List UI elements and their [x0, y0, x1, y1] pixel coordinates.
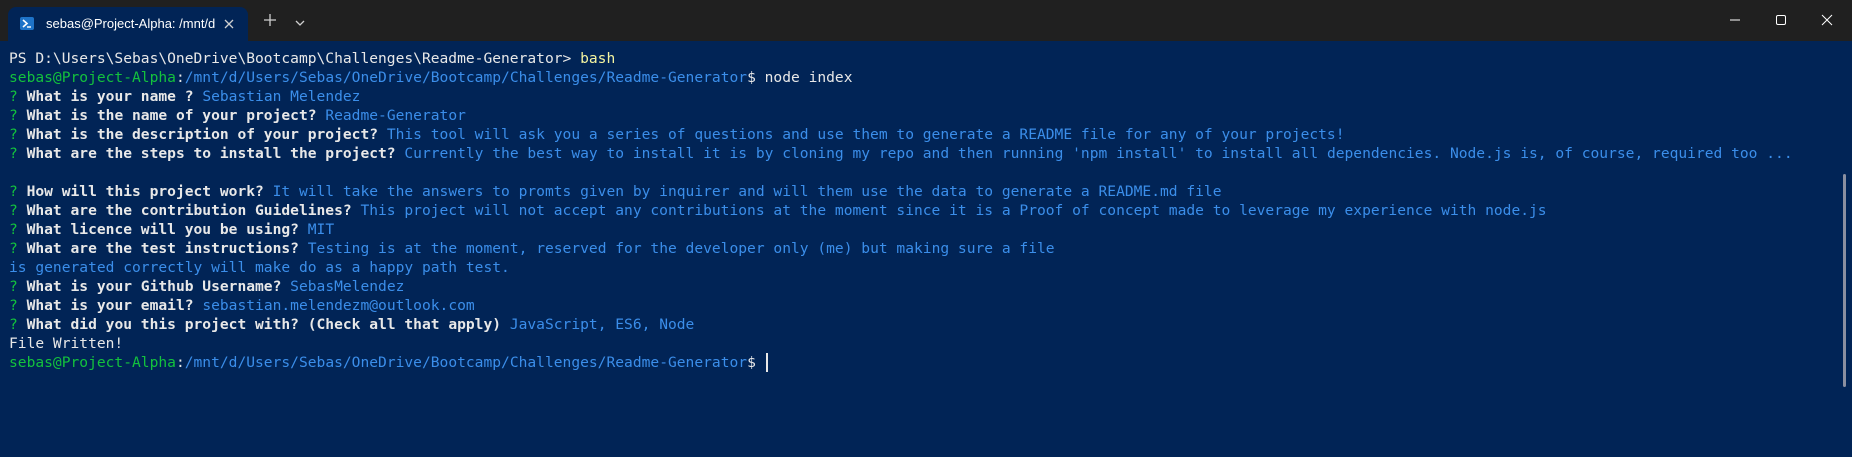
prompt-symbol: $	[747, 354, 765, 371]
qa-line: ? What is the name of your project? Read…	[9, 106, 466, 125]
question-mark: ?	[9, 221, 27, 238]
answer-text: Currently the best way to install it is …	[404, 145, 1793, 162]
window-close-icon[interactable]	[1804, 0, 1850, 41]
answer-text: Sebastian Melendez	[202, 88, 361, 105]
qa-line: ? How will this project work? It will ta…	[9, 182, 1222, 201]
ps-prompt-line: PS D:\Users\Sebas\OneDrive\Bootcamp\Chal…	[9, 49, 615, 68]
question-mark: ?	[9, 126, 27, 143]
question-text: What did you this project with? (Check a…	[26, 316, 510, 333]
answer-text: MIT	[307, 221, 335, 238]
prompt-path: /mnt/d/Users/Sebas/OneDrive/Bootcamp/Cha…	[184, 69, 748, 86]
qa-line: ? What are the test instructions? Testin…	[9, 239, 1055, 258]
tab-title: sebas@Project-Alpha: /mnt/d	[46, 16, 216, 31]
terminal-window: sebas@Project-Alpha: /mnt/d PS D:\Users\…	[0, 0, 1852, 457]
answer-text: Testing is at the moment, reserved for t…	[307, 240, 1055, 257]
ps-prompt: PS D:\Users\Sebas\OneDrive\Bootcamp\Chal…	[9, 50, 581, 67]
qa-line: ? What is your Github Username? SebasMel…	[9, 277, 404, 296]
maximize-icon[interactable]	[1758, 0, 1804, 41]
qa-line: ? What did you this project with? (Check…	[9, 315, 694, 334]
question-text: What are the contribution Guidelines?	[26, 202, 361, 219]
title-bar: sebas@Project-Alpha: /mnt/d	[0, 0, 1852, 41]
prompt-path: /mnt/d/Users/Sebas/OneDrive/Bootcamp/Cha…	[184, 354, 748, 371]
scrollbar[interactable]	[1843, 174, 1846, 387]
qa-line: ? What licence will you be using? MIT	[9, 220, 334, 239]
qa-line: ? What is the description of your projec…	[9, 125, 1345, 144]
question-mark: ?	[9, 278, 27, 295]
bash-prompt-line: sebas@Project-Alpha:/mnt/d/Users/Sebas/O…	[9, 354, 765, 371]
close-icon[interactable]	[220, 15, 238, 33]
question-mark: ?	[9, 316, 27, 333]
ps-command: bash	[580, 50, 616, 67]
prompt-symbol: $	[747, 69, 765, 86]
text-cursor	[765, 353, 768, 372]
answer-text: SebasMelendez	[290, 278, 405, 295]
question-mark: ?	[9, 202, 27, 219]
prompt-user: sebas@Project-Alpha	[9, 354, 176, 371]
powershell-icon	[20, 17, 34, 30]
bash-command-line: sebas@Project-Alpha:/mnt/d/Users/Sebas/O…	[9, 69, 853, 86]
command-text: node index	[764, 69, 853, 86]
question-text: What are the steps to install the projec…	[26, 145, 405, 162]
question-text: What are the test instructions?	[26, 240, 308, 257]
terminal-output[interactable]: PS D:\Users\Sebas\OneDrive\Bootcamp\Chal…	[0, 41, 1852, 457]
qa-line: ? What are the steps to install the proj…	[9, 144, 1793, 163]
question-mark: ?	[9, 297, 27, 314]
question-text: What is your name ?	[26, 88, 203, 105]
answer-text: This tool will ask you a series of quest…	[386, 126, 1345, 143]
question-text: What is the name of your project?	[26, 107, 326, 124]
answer-text: Readme-Generator	[325, 107, 466, 124]
question-text: What is your email?	[26, 297, 203, 314]
answer-text: This project will not accept any contrib…	[360, 202, 1547, 219]
chevron-down-icon[interactable]	[294, 14, 306, 26]
question-mark: ?	[9, 145, 27, 162]
tab-active[interactable]: sebas@Project-Alpha: /mnt/d	[8, 7, 248, 41]
prompt-user: sebas@Project-Alpha	[9, 69, 176, 86]
question-text: What licence will you be using?	[26, 221, 308, 238]
question-mark: ?	[9, 240, 27, 257]
minimize-icon[interactable]	[1712, 0, 1758, 41]
qa-line: ? What are the contribution Guidelines? …	[9, 201, 1547, 220]
answer-text: is generated correctly will make do as a…	[9, 259, 510, 276]
answer-text: JavaScript, ES6, Node	[509, 316, 695, 333]
question-text: How will this project work?	[26, 183, 273, 200]
question-text: What is your Github Username?	[26, 278, 291, 295]
qa-line: ? What is your email? sebastian.melendez…	[9, 296, 475, 315]
question-mark: ?	[9, 88, 27, 105]
answer-continuation: is generated correctly will make do as a…	[9, 258, 510, 277]
question-mark: ?	[9, 183, 27, 200]
answer-text: It will take the answers to promts given…	[272, 183, 1222, 200]
qa-line: ? What is your name ? Sebastian Melendez	[9, 87, 360, 106]
result-line: File Written!	[9, 334, 123, 353]
answer-text: sebastian.melendezm@outlook.com	[202, 297, 475, 314]
result-text: File Written!	[9, 335, 124, 352]
question-text: What is the description of your project?	[26, 126, 387, 143]
plus-icon[interactable]	[262, 12, 278, 28]
question-mark: ?	[9, 107, 27, 124]
